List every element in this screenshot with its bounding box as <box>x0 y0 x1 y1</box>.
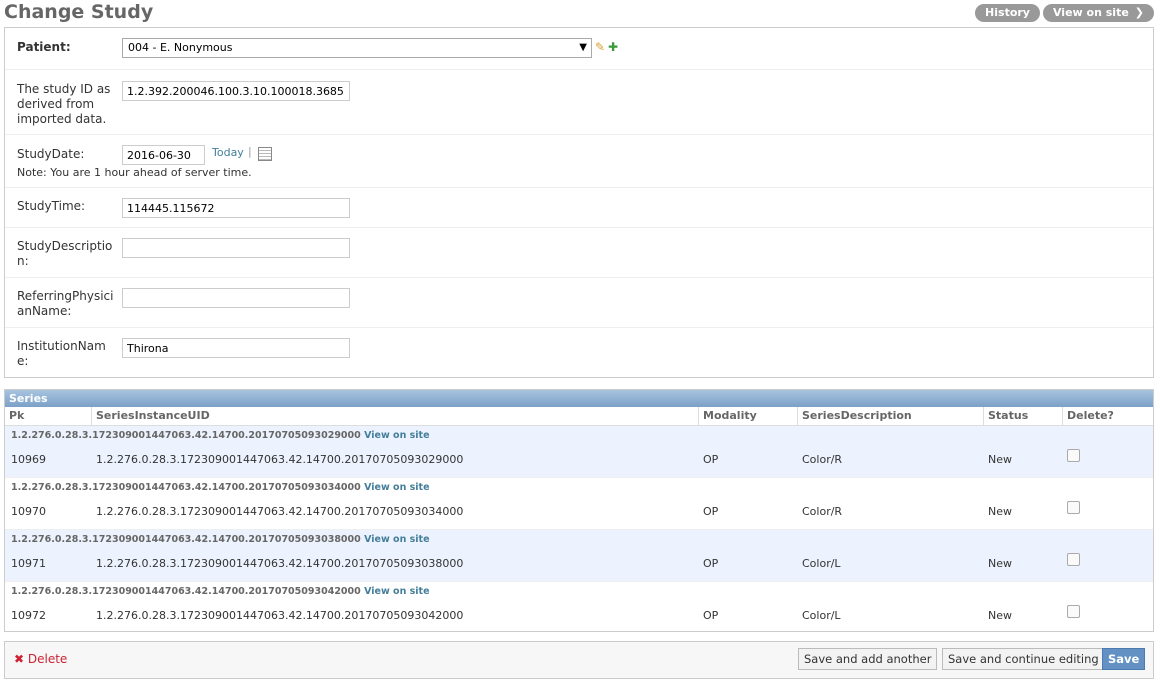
save-button[interactable]: Save <box>1102 648 1146 670</box>
save-and-add-another-button[interactable]: Save and add another <box>798 648 938 670</box>
history-label: History <box>985 6 1030 19</box>
pk-cell: 10971 <box>11 557 46 570</box>
referring-physician-row: ReferringPhysicianName: <box>5 278 1153 328</box>
study-id-input[interactable] <box>122 81 350 101</box>
patient-label: Patient: <box>17 40 71 54</box>
server-time-note: Note: You are 1 hour ahead of server tim… <box>17 166 252 179</box>
institution-row: InstitutionName: <box>5 328 1153 377</box>
patient-row: Patient: 004 - E. Nonymous ▼ ✎ ✚ <box>5 28 1153 70</box>
delete-checkbox[interactable] <box>1067 553 1080 566</box>
calendar-icon[interactable] <box>258 147 272 161</box>
view-on-site-link[interactable]: View on site <box>364 430 429 441</box>
delete-checkbox[interactable] <box>1067 501 1080 514</box>
description-cell: Color/R <box>802 505 843 518</box>
row-title: 1.2.276.0.28.3.172309001447063.42.14700.… <box>11 534 430 545</box>
submit-row: ✖ Delete Save and add another Save and c… <box>4 641 1154 679</box>
chevron-down-icon: ▼ <box>579 42 587 53</box>
status-cell: New <box>988 505 1012 518</box>
study-time-input[interactable] <box>122 198 350 218</box>
table-row: 1.2.276.0.28.3.172309001447063.42.14700.… <box>5 582 1153 633</box>
history-button[interactable]: History <box>975 4 1040 22</box>
study-description-input[interactable] <box>122 238 350 258</box>
patient-select-value: 004 - E. Nonymous <box>128 41 233 54</box>
study-description-row: StudyDescription: <box>5 228 1153 278</box>
add-plus-icon[interactable]: ✚ <box>608 40 618 54</box>
status-cell: New <box>988 609 1012 622</box>
object-tools: History View on site ❯ <box>975 4 1154 22</box>
modality-cell: OP <box>703 453 719 466</box>
description-cell: Color/L <box>802 609 841 622</box>
study-time-label: StudyTime: <box>17 199 86 213</box>
series-header: Pk SeriesInstanceUID Modality SeriesDesc… <box>5 407 1153 426</box>
save-and-continue-button[interactable]: Save and continue editing <box>942 648 1105 670</box>
delete-label: Delete <box>27 652 68 666</box>
table-row: 1.2.276.0.28.3.172309001447063.42.14700.… <box>5 478 1153 530</box>
status-cell: New <box>988 453 1012 466</box>
view-on-site-button[interactable]: View on site ❯ <box>1042 4 1154 22</box>
table-row: 1.2.276.0.28.3.172309001447063.42.14700.… <box>5 426 1153 478</box>
study-id-label: The study ID as derived from imported da… <box>17 82 111 126</box>
today-link[interactable]: Today <box>212 146 244 159</box>
row-title-uid: 1.2.276.0.28.3.172309001447063.42.14700.… <box>11 430 361 441</box>
row-title: 1.2.276.0.28.3.172309001447063.42.14700.… <box>11 430 430 441</box>
description-cell: Color/R <box>802 453 843 466</box>
view-on-site-label: View on site <box>1052 6 1129 19</box>
description-cell: Color/L <box>802 557 841 570</box>
table-row: 1.2.276.0.28.3.172309001447063.42.14700.… <box>5 530 1153 582</box>
referring-physician-input[interactable] <box>122 288 350 308</box>
row-title: 1.2.276.0.28.3.172309001447063.42.14700.… <box>11 482 430 493</box>
edit-pencil-icon[interactable]: ✎ <box>595 40 605 54</box>
uid-cell: 1.2.276.0.28.3.172309001447063.42.14700.… <box>96 557 464 570</box>
row-title-uid: 1.2.276.0.28.3.172309001447063.42.14700.… <box>11 534 361 545</box>
pk-cell: 10972 <box>11 609 46 622</box>
delete-icon: ✖ <box>14 652 25 666</box>
page-title: Change Study <box>4 1 154 23</box>
view-on-site-link[interactable]: View on site <box>364 586 429 597</box>
uid-cell: 1.2.276.0.28.3.172309001447063.42.14700.… <box>96 505 464 518</box>
col-delete: Delete? <box>1062 407 1114 425</box>
delete-checkbox[interactable] <box>1067 449 1080 462</box>
view-on-site-link[interactable]: View on site <box>364 534 429 545</box>
pk-cell: 10969 <box>11 453 46 466</box>
institution-label: InstitutionName: <box>17 339 106 368</box>
pk-cell: 10970 <box>11 505 46 518</box>
row-title-uid: 1.2.276.0.28.3.172309001447063.42.14700.… <box>11 482 361 493</box>
series-caption: Series <box>5 390 1153 407</box>
referring-physician-label: ReferringPhysicianName: <box>17 289 114 318</box>
modality-cell: OP <box>703 609 719 622</box>
uid-cell: 1.2.276.0.28.3.172309001447063.42.14700.… <box>96 609 464 622</box>
col-series-description: SeriesDescription <box>797 407 912 425</box>
uid-cell: 1.2.276.0.28.3.172309001447063.42.14700.… <box>96 453 464 466</box>
study-description-label: StudyDescription: <box>17 239 113 268</box>
view-on-site-link[interactable]: View on site <box>364 482 429 493</box>
delete-link[interactable]: ✖ Delete <box>14 652 67 666</box>
date-separator: | <box>248 145 252 158</box>
status-cell: New <box>988 557 1012 570</box>
modality-cell: OP <box>703 505 719 518</box>
row-title-uid: 1.2.276.0.28.3.172309001447063.42.14700.… <box>11 586 361 597</box>
study-date-label: StudyDate: <box>17 147 85 161</box>
study-id-row: The study ID as derived from imported da… <box>5 70 1153 135</box>
patient-select[interactable]: 004 - E. Nonymous ▼ <box>122 38 592 58</box>
col-modality: Modality <box>698 407 757 425</box>
col-status: Status <box>983 407 1028 425</box>
delete-checkbox[interactable] <box>1067 605 1080 618</box>
study-date-input[interactable] <box>122 145 205 165</box>
chevron-right-icon: ❯ <box>1134 6 1144 19</box>
study-date-row: StudyDate: Today | Note: You are 1 hour … <box>5 135 1153 188</box>
row-title: 1.2.276.0.28.3.172309001447063.42.14700.… <box>11 586 430 597</box>
col-series-uid: SeriesInstanceUID <box>91 407 210 425</box>
modality-cell: OP <box>703 557 719 570</box>
study-time-row: StudyTime: <box>5 188 1153 228</box>
series-inline: Series Pk SeriesInstanceUID Modality Ser… <box>4 389 1154 632</box>
study-fieldset: Patient: 004 - E. Nonymous ▼ ✎ ✚ The stu… <box>4 27 1154 378</box>
col-pk: Pk <box>9 409 25 422</box>
institution-input[interactable] <box>122 338 350 358</box>
